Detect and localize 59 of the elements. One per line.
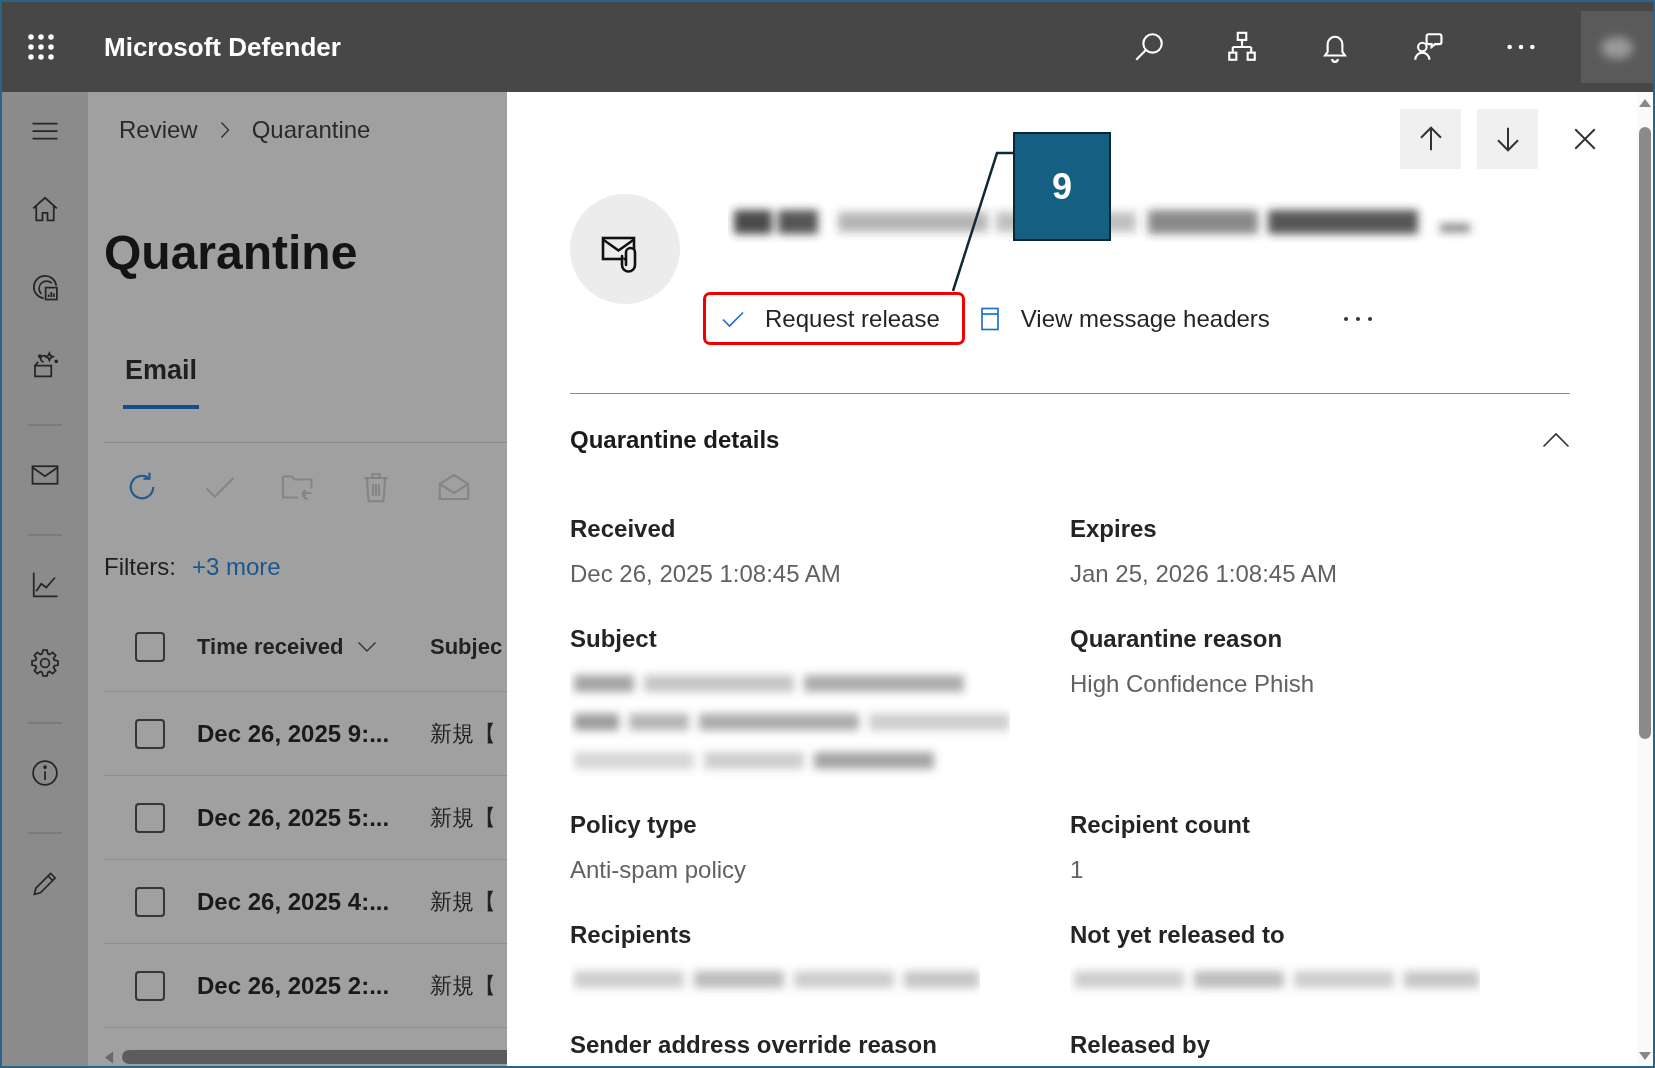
field-label: Not yet released to (1070, 920, 1285, 950)
home-icon[interactable] (30, 194, 60, 224)
field-value: Jan 25, 2026 1:08:45 AM (1070, 559, 1337, 589)
table-cell-text: 新規【 (430, 971, 496, 1000)
app-title: Microsoft Defender (104, 31, 341, 63)
scrollbar-thumb[interactable] (1639, 127, 1651, 739)
next-item-button[interactable] (1477, 109, 1538, 169)
filters-label: Filters: (104, 553, 176, 581)
select-all-checkbox[interactable] (135, 632, 165, 662)
field-label: Policy type (570, 810, 697, 840)
app-launcher-icon[interactable] (26, 32, 56, 62)
breadcrumb-link[interactable]: Review (119, 116, 198, 144)
table-cell: Dec 26, 2025 2:... (197, 971, 390, 1000)
action-button[interactable]: View message headers (964, 292, 1295, 345)
field-value: Anti-spam policy (570, 855, 747, 885)
breadcrumb-current: Quarantine (251, 116, 371, 144)
table-cell: Dec 26, 2025 5:... (197, 803, 390, 832)
field-label: Expires (1070, 514, 1157, 544)
globe-chart-icon[interactable] (30, 272, 60, 302)
field-value: High Confidence Phish (1070, 669, 1315, 699)
close-icon[interactable] (1572, 126, 1598, 152)
field-label: Quarantine reason (1070, 624, 1283, 654)
table-cell-text: 新規【 (430, 803, 496, 832)
row-checkbox[interactable] (135, 718, 165, 749)
row-checkbox[interactable] (135, 886, 165, 917)
more-icon[interactable] (1342, 315, 1373, 322)
line-chart-icon[interactable] (30, 570, 60, 600)
org-chart-icon[interactable] (1225, 30, 1259, 64)
tab[interactable]: Email (123, 341, 200, 409)
step-callout: 9 (1013, 132, 1111, 241)
table-cell: Dec 26, 2025 9:... (197, 719, 390, 748)
table-cell-text: 新規【 (430, 887, 496, 916)
chevron-up-icon[interactable] (1542, 432, 1570, 448)
info-icon[interactable] (30, 758, 60, 788)
column-header[interactable]: Subjec (430, 634, 503, 660)
previous-item-button[interactable] (1400, 109, 1461, 169)
row-checkbox[interactable] (135, 970, 165, 1001)
table-cell: Dec 26, 2025 4:... (197, 887, 390, 916)
field-label: Recipients (570, 920, 692, 950)
table-cell-text: 新規【 (430, 719, 496, 748)
field-label: Recipient count (1070, 810, 1250, 840)
field-value: Dec 26, 2025 1:08:45 AM (570, 559, 841, 589)
section-title: Quarantine details (570, 426, 780, 454)
field-label: Released by (1070, 1030, 1211, 1060)
chevron-down-icon (357, 641, 378, 653)
field-label: Subject (570, 624, 657, 654)
chevron-right-icon (219, 121, 230, 139)
column-header[interactable]: Time received (197, 634, 378, 660)
scroll-down-icon[interactable] (1639, 1052, 1651, 1060)
field-label: Received (570, 514, 676, 544)
action-button[interactable]: Request release (703, 292, 965, 345)
field-value: 1 (1070, 855, 1084, 885)
settings-icon[interactable] (30, 648, 60, 678)
vertical-scrollbar[interactable] (1637, 92, 1653, 1066)
field-label: Sender address override reason (570, 1030, 937, 1060)
mail-attachment-icon (570, 194, 680, 304)
scroll-up-icon[interactable] (1639, 99, 1651, 107)
page-title: Quarantine (104, 225, 359, 281)
row-checkbox[interactable] (135, 802, 165, 833)
